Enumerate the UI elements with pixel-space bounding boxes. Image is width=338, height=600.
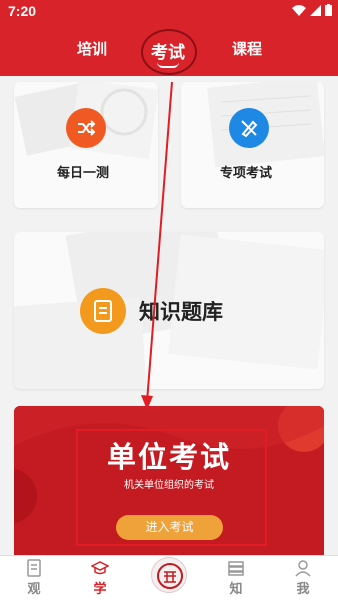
- tab-training[interactable]: 培训: [77, 38, 107, 59]
- nav-item-view[interactable]: 观: [14, 556, 54, 600]
- question-bank-label: 知识题库: [139, 299, 223, 324]
- seal-logo-icon: [157, 563, 183, 589]
- battery-icon: [325, 4, 332, 16]
- wifi-icon: [292, 4, 306, 16]
- special-exam-label: 专项考试: [220, 166, 273, 181]
- tab-courses[interactable]: 课程: [232, 38, 262, 59]
- signal-icon: [310, 4, 321, 16]
- nav-item-knowledge[interactable]: 知: [216, 556, 256, 600]
- nav-item-learn[interactable]: 学: [80, 556, 120, 600]
- nav-label-me: 我: [296, 582, 310, 597]
- graduation-cap-icon: [91, 561, 109, 575]
- status-time: 7:20: [8, 3, 37, 19]
- nav-label-learn: 学: [93, 582, 107, 597]
- pencil-ruler-icon: [229, 108, 269, 148]
- books-icon: [228, 561, 244, 576]
- nav-item-me[interactable]: 我: [283, 556, 323, 600]
- user-icon: [295, 560, 311, 577]
- status-icons: [292, 4, 332, 16]
- daily-test-label: 每日一测: [57, 166, 110, 181]
- nav-label-knowledge: 知: [229, 582, 243, 597]
- shuffle-icon: [66, 108, 106, 148]
- unit-exam-highlight-box: [76, 429, 267, 546]
- document-icon: [80, 288, 126, 334]
- document-icon: [27, 559, 41, 577]
- nav-label-view: 观: [27, 582, 41, 597]
- center-logo-button[interactable]: [151, 557, 187, 593]
- tab-highlight-ring: [141, 29, 197, 75]
